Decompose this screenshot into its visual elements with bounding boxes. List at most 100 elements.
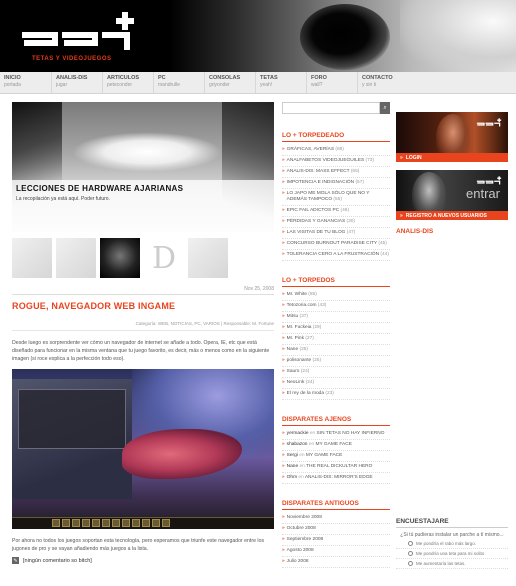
torpedoed-item-text[interactable]: PÉRDIDAS Y GANANCIAS: [287, 219, 347, 224]
torpedoed-item[interactable]: » CONCURSO BURNOUT PARADISE CITY (45): [282, 239, 390, 250]
torpedo-user-item-text[interactable]: El rey de la moda: [287, 391, 326, 396]
archive-item-label[interactable]: Agosto 2008: [287, 548, 314, 554]
radio-button[interactable]: [408, 541, 413, 546]
torpedoed-item-text[interactable]: IMPOTENCIA E INDIGNACIÓN: [287, 180, 356, 185]
torpedo-user-item[interactable]: » Mr. Fuckeia (29): [282, 323, 390, 334]
comment-post[interactable]: SIN TETAS NO HAY INFIERNO: [317, 431, 385, 436]
torpedo-user-item[interactable]: » Mr. Pink (27): [282, 334, 390, 345]
poll-option[interactable]: Me pondría una teta para mi solito: [396, 549, 508, 559]
comment-item[interactable]: » yermackie en SIN TETAS NO HAY INFIERNO: [282, 429, 390, 440]
torpedoed-item[interactable]: » ANALIS-DIS: MASS EFFECT (65): [282, 167, 390, 178]
archive-item[interactable]: » Agosto 2008: [282, 546, 390, 557]
torpedo-user-item-text[interactable]: Mr. Fuckeia: [287, 325, 313, 330]
thumbnail-2[interactable]: [56, 238, 96, 278]
nav-item-tetas[interactable]: TETAS yeah!: [255, 72, 306, 93]
comment-author[interactable]: Sergi: [287, 453, 300, 458]
thumbnail-4[interactable]: D: [144, 238, 184, 278]
torpedoed-item[interactable]: » EPIC FAIL ADICTOS PC (46): [282, 206, 390, 217]
torpedo-user-item[interactable]: » Nane (25): [282, 345, 390, 356]
search-input[interactable]: [282, 102, 380, 114]
nav-item-analis-dis[interactable]: ANALIS-DIS jugar: [51, 72, 102, 93]
comment-author[interactable]: yermackie: [287, 431, 310, 436]
torpedoed-item[interactable]: » PÉRDIDAS Y GANANCIAS (30): [282, 217, 390, 228]
torpedoed-item-text[interactable]: GRÁFICAS, AVERÍAS: [287, 147, 336, 152]
comment-post[interactable]: MY GAME FACE: [306, 453, 342, 458]
comment-post[interactable]: ANALIS-DIS: MIRROR'S EDGE: [305, 475, 373, 480]
comment-item[interactable]: » Sergi en MY GAME FACE: [282, 451, 390, 462]
post-title[interactable]: ROGUE, NAVEGADOR WEB INGAME: [12, 301, 274, 311]
login-banner[interactable]: » LOGIN: [396, 112, 508, 162]
torpedo-user-item-text[interactable]: NeoLink: [287, 380, 306, 385]
register-button[interactable]: » REGISTRO A NUEVOS USUARIOS: [396, 211, 508, 220]
torpedoed-item[interactable]: » ANALFABETOS VIDEOJUEGUILES (73): [282, 156, 390, 167]
torpedo-user-item[interactable]: » Tetozoria.com (43): [282, 301, 390, 312]
nav-item-articulos[interactable]: ARTICULOS peteconder: [102, 72, 153, 93]
torpedo-user-item-text[interactable]: Sauro: [287, 369, 301, 374]
torpedoed-item-text[interactable]: CONCURSO BURNOUT PARADISE CITY: [287, 241, 379, 246]
torpedoed-item[interactable]: » IMPOTENCIA E INDIGNACIÓN (57): [282, 178, 390, 189]
archive-item-label[interactable]: Septiembre 2008: [287, 537, 324, 543]
comment-author[interactable]: Ohm: [287, 475, 299, 480]
nav-item-foro[interactable]: FORO wall?: [306, 72, 357, 93]
archive-item[interactable]: » Septiembre 2008: [282, 535, 390, 546]
featured-article[interactable]: LECCIONES DE HARDWARE AJARIANAS La recop…: [12, 102, 274, 232]
archive-item[interactable]: » Noviembre 2008: [282, 513, 390, 524]
torpedoed-item-text[interactable]: ANALFABETOS VIDEOJUEGUILES: [287, 158, 366, 163]
torpedo-user-item-text[interactable]: Mr. White: [287, 292, 309, 297]
nav-item-pc[interactable]: PC mandrulle: [153, 72, 204, 93]
comment-item[interactable]: » shabazon en MY GAME FACE: [282, 440, 390, 451]
archive-item[interactable]: » Octubre 2008: [282, 524, 390, 535]
torpedo-user-item[interactable]: » Mitsu (37): [282, 312, 390, 323]
nav-item-consolas[interactable]: CONSOLAS griyonder: [204, 72, 255, 93]
analis-dis-title[interactable]: ANALIS-DIS: [396, 228, 516, 237]
torpedo-user-item[interactable]: » polisonante (25): [282, 356, 390, 367]
search-icon[interactable]: ⌕: [380, 102, 390, 114]
archive-item-label[interactable]: Julio 2008: [287, 559, 309, 565]
comment-author[interactable]: shabazon: [287, 442, 309, 447]
site-logo[interactable]: [18, 10, 138, 58]
torpedoed-item-text[interactable]: LAS VISITAS DE TU BLOG: [287, 230, 347, 235]
torpedoed-item-text[interactable]: TOLERANCIA CERO A LA FRUSTRACIÓN: [287, 252, 381, 257]
torpedo-user-item-count: (24): [300, 369, 310, 374]
login-button[interactable]: » LOGIN: [396, 153, 508, 162]
register-banner[interactable]: entrar » REGISTRO A NUEVOS USUARIOS: [396, 170, 508, 220]
torpedo-user-item-count: (24): [305, 380, 315, 385]
torpedoed-item[interactable]: » LAS VISITAS DE TU BLOG (47): [282, 228, 390, 239]
comment-post[interactable]: MY GAME FACE: [315, 442, 351, 447]
post-comments-link[interactable]: ✎ [ningún comentario so bitch]: [12, 557, 274, 564]
torpedoed-item[interactable]: » LO JAPO ME MOLA SÓLO QUE NO Y ADEMÁS TA…: [282, 189, 390, 206]
radio-button[interactable]: [408, 551, 413, 556]
torpedoed-item[interactable]: » TOLERANCIA CERO A LA FRUSTRACIÓN (44): [282, 250, 390, 261]
feature-title[interactable]: LECCIONES DE HARDWARE AJARIANAS: [16, 184, 183, 193]
radio-button[interactable]: [408, 561, 413, 566]
torpedoed-item-text[interactable]: ANALIS-DIS: MASS EFFECT: [287, 169, 351, 174]
comment-author[interactable]: Nane: [287, 464, 300, 469]
comments-label[interactable]: [ningún comentario so bitch]: [23, 558, 92, 564]
comment-item[interactable]: » Ohm en ANALIS-DIS: MIRROR'S EDGE: [282, 473, 390, 484]
torpedo-user-item-text[interactable]: Nane: [287, 347, 300, 352]
torpedo-user-item-text[interactable]: Tetozoria.com: [287, 303, 318, 308]
torpedo-user-item-text[interactable]: Mitsu: [287, 314, 300, 319]
torpedo-user-item-text[interactable]: Mr. Pink: [287, 336, 306, 341]
torpedo-user-item-text[interactable]: polisonante: [287, 358, 313, 363]
nav-item-inicio[interactable]: INICIO portada: [0, 72, 51, 93]
poll-option[interactable]: Me aumentaría las tetas.: [396, 559, 508, 569]
torpedoed-item[interactable]: » GRÁFICAS, AVERÍAS (88): [282, 145, 390, 156]
torpedo-user-item[interactable]: » Mr. White (85): [282, 290, 390, 301]
torpedo-user-item[interactable]: » NeoLink (24): [282, 378, 390, 389]
thumbnail-1[interactable]: [12, 238, 52, 278]
torpedoed-item-text[interactable]: EPIC FAIL ADICTOS PC: [287, 208, 341, 213]
torpedo-user-item[interactable]: » Sauro (24): [282, 367, 390, 378]
archive-item-label[interactable]: Octubre 2008: [287, 526, 316, 532]
archive-item[interactable]: » Julio 2008: [282, 557, 390, 568]
nav-item-contacto[interactable]: CONTACTO y sin ti: [357, 72, 408, 93]
torpedo-user-item[interactable]: » El rey de la moda (23): [282, 389, 390, 400]
archive-item-label[interactable]: Noviembre 2008: [287, 515, 322, 521]
poll-option[interactable]: Me pondría el rabo más largo.: [396, 539, 508, 549]
thumbnail-5[interactable]: [188, 238, 228, 278]
comment-connector: en: [299, 453, 306, 458]
comment-post[interactable]: THE REAL DICKULTAR HERO: [306, 464, 372, 469]
torpedoed-item-text[interactable]: LO JAPO ME MOLA SÓLO QUE NO Y ADEMÁS TAM…: [287, 191, 370, 202]
thumbnail-3[interactable]: [100, 238, 140, 278]
comment-item[interactable]: » Nane en THE REAL DICKULTAR HERO: [282, 462, 390, 473]
